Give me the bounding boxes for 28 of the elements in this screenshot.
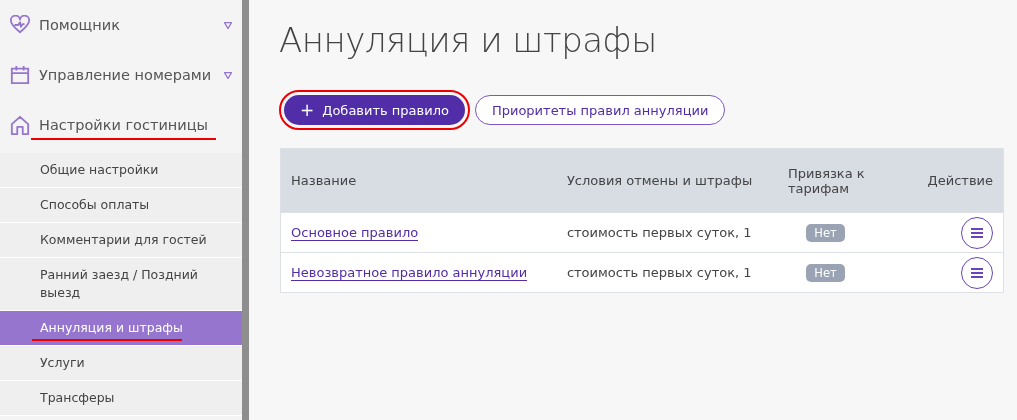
heart-pulse-icon: [10, 15, 30, 35]
caret-icon: [224, 71, 232, 79]
submenu-item[interactable]: Аннуляция и штрафы: [0, 311, 242, 346]
table-cell: стоимость первых суток, 1: [556, 212, 778, 253]
menu-icon: [970, 266, 984, 279]
sidebar-item[interactable]: Помощник: [0, 0, 242, 50]
calendar-icon: [10, 65, 30, 85]
priorities-button[interactable]: Приоритеты правил аннуляции: [474, 95, 726, 125]
table-cell: стоимость первых суток, 1: [556, 252, 778, 293]
column-header: Действие: [913, 148, 1004, 213]
status-badge: Нет: [806, 264, 845, 282]
house-icon: [10, 115, 30, 135]
sidebar-item-label: Настройки гостиницы: [39, 117, 209, 133]
menu-icon: [970, 226, 984, 239]
sidebar-item[interactable]: Управление номерами: [0, 50, 242, 100]
status-badge: Нет: [806, 224, 845, 242]
column-header: Привязка к тарифам: [778, 148, 913, 213]
menu-button[interactable]: [961, 256, 993, 289]
rule-link[interactable]: Основное правило: [291, 225, 419, 241]
menu-button[interactable]: [961, 216, 993, 249]
sidebar-item[interactable]: Настройки гостиницы: [0, 100, 242, 150]
column-header: Условия отмены и штрафы: [556, 148, 778, 213]
caret-icon: [224, 21, 232, 29]
sidebar-item-label: Помощник: [39, 17, 120, 33]
page-title: Аннуляция и штрафы: [279, 20, 658, 60]
column-header: Название: [280, 148, 557, 213]
rule-link[interactable]: Невозвратное правило аннуляции: [291, 265, 528, 281]
sidebar-item-label: Управление номерами: [39, 67, 212, 83]
